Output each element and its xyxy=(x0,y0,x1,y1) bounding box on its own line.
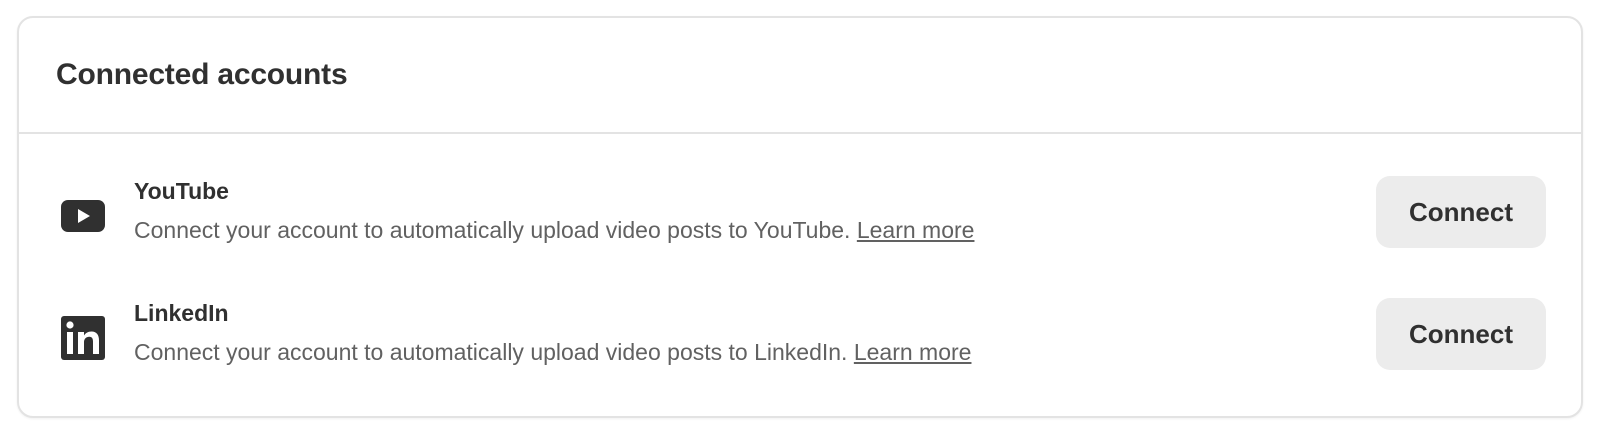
connect-linkedin-button[interactable]: Connect xyxy=(1376,298,1546,370)
account-description-text: Connect your account to automatically up… xyxy=(134,339,848,365)
account-name: YouTube xyxy=(134,178,229,204)
account-row-youtube: YouTube Connect your account to automati… xyxy=(19,176,1581,276)
connect-youtube-button[interactable]: Connect xyxy=(1376,176,1546,248)
linkedin-icon xyxy=(61,316,105,360)
connected-accounts-card: Connected accounts YouTube Connect your … xyxy=(17,16,1583,418)
account-description-text: Connect your account to automatically up… xyxy=(134,217,851,243)
learn-more-link[interactable]: Learn more xyxy=(857,217,975,243)
card-title: Connected accounts xyxy=(56,58,348,91)
account-name: LinkedIn xyxy=(134,300,229,326)
card-header: Connected accounts xyxy=(19,18,1581,134)
account-description: Connect your account to automatically up… xyxy=(134,217,974,244)
youtube-icon xyxy=(61,194,105,238)
account-description: Connect your account to automatically up… xyxy=(134,339,971,366)
learn-more-link[interactable]: Learn more xyxy=(854,339,972,365)
account-row-linkedin: LinkedIn Connect your account to automat… xyxy=(19,298,1581,398)
